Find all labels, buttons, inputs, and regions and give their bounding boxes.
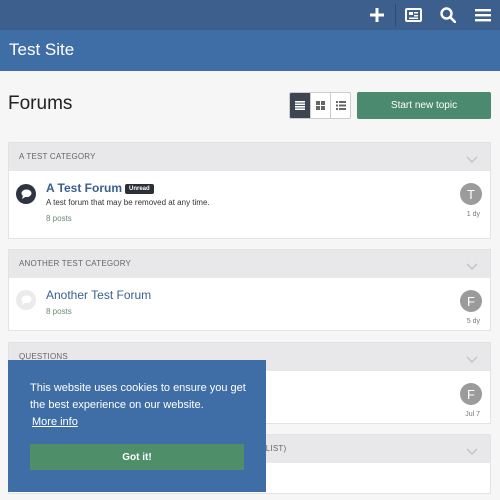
- cookie-message: This website uses cookies to ensure you …: [30, 382, 246, 411]
- chevron-down-icon[interactable]: [466, 258, 478, 276]
- forum-description: A test forum that may be removed at any …: [46, 198, 210, 207]
- avatar[interactable]: F: [460, 290, 482, 312]
- page-title: Forums: [8, 93, 73, 114]
- search-icon[interactable]: [438, 5, 458, 25]
- cookie-consent-banner: This website uses cookies to ensure you …: [8, 360, 266, 492]
- site-header: Test Site: [0, 30, 500, 71]
- forum-link[interactable]: A Test Forum: [46, 181, 122, 195]
- top-utility-bar: [0, 0, 500, 30]
- site-title[interactable]: Test Site: [9, 40, 74, 60]
- avatar[interactable]: T: [460, 183, 482, 205]
- chevron-down-icon[interactable]: [466, 151, 478, 169]
- category-card: ANOTHER TEST CATEGORY Another Test Forum…: [8, 249, 491, 331]
- forum-title: A Test Forum Unread: [46, 181, 154, 195]
- forum-link[interactable]: Another Test Forum: [46, 288, 151, 302]
- last-post-time[interactable]: Jul 7: [465, 411, 480, 418]
- start-new-topic-button[interactable]: Start new topic: [357, 92, 491, 119]
- category-card: A TEST CATEGORY A Test Forum Unread A tes…: [8, 142, 491, 239]
- forum-read-icon: [16, 290, 36, 310]
- unread-icon[interactable]: [403, 5, 423, 25]
- chevron-down-icon[interactable]: [466, 443, 478, 461]
- category-header[interactable]: A TEST CATEGORY: [9, 143, 490, 171]
- forum-unread-icon: [16, 184, 36, 204]
- category-title[interactable]: A TEST CATEGORY: [19, 152, 96, 161]
- compact-view-icon[interactable]: [330, 93, 350, 118]
- divider: [395, 4, 396, 26]
- plus-icon[interactable]: [367, 5, 387, 25]
- menu-icon[interactable]: [473, 5, 493, 25]
- last-post-time[interactable]: 5 dy: [467, 318, 480, 325]
- category-title[interactable]: ANOTHER TEST CATEGORY: [19, 259, 131, 268]
- accept-cookies-button[interactable]: Got it!: [30, 444, 244, 470]
- forum-post-count: 8 posts: [46, 307, 72, 316]
- more-info-link[interactable]: More info: [32, 416, 78, 428]
- avatar[interactable]: F: [460, 383, 482, 405]
- chevron-down-icon[interactable]: [466, 351, 478, 369]
- view-mode-toggle: [289, 92, 351, 119]
- grid-view-icon[interactable]: [310, 93, 330, 118]
- unread-badge: Unread: [125, 184, 154, 194]
- last-post-time[interactable]: 1 dy: [467, 211, 480, 218]
- category-header[interactable]: ANOTHER TEST CATEGORY: [9, 250, 490, 278]
- forum-post-count: 8 posts: [46, 214, 72, 223]
- list-view-icon[interactable]: [290, 93, 310, 118]
